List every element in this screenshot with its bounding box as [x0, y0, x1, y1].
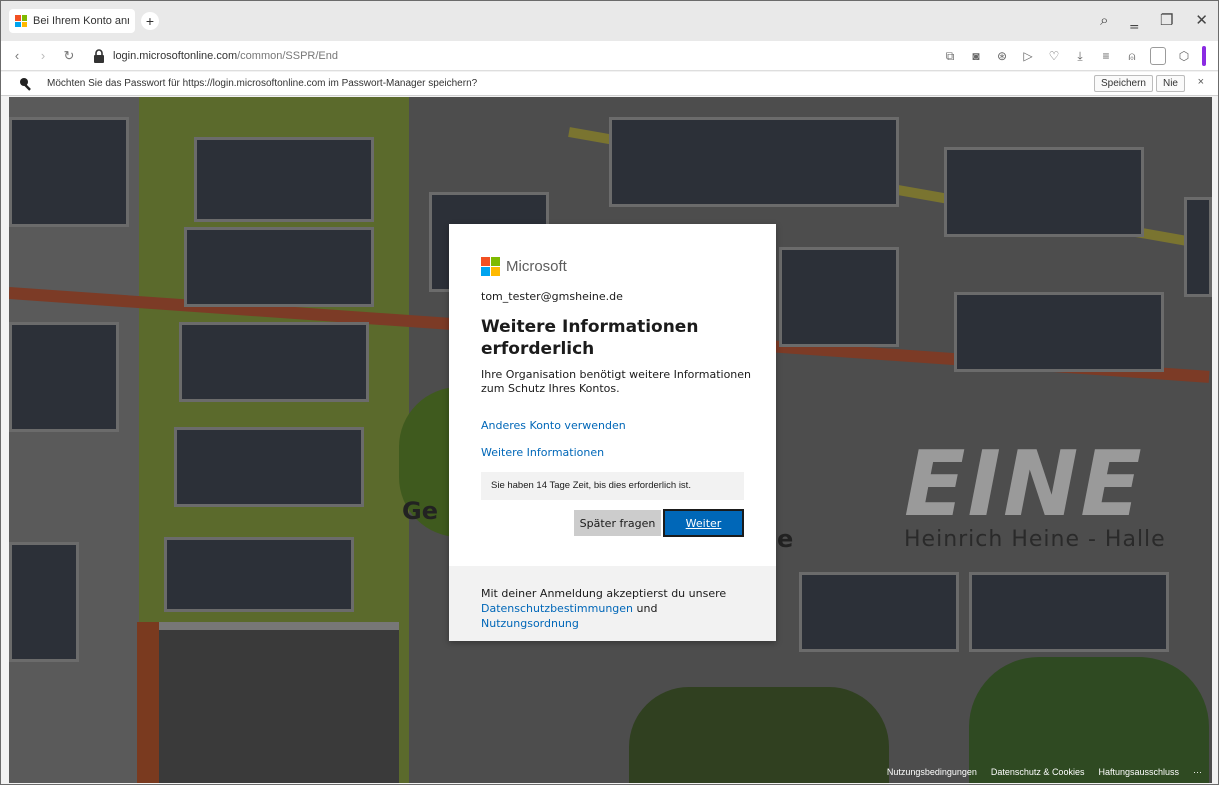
sign-text-heine: EINE — [904, 432, 1144, 537]
footer-and-text: und — [636, 602, 658, 615]
footer-terms-link[interactable]: Nutzungsbedingungen — [887, 767, 977, 777]
other-account-link[interactable]: Anderes Konto verwenden — [481, 419, 626, 432]
dialog-footer: Mit deiner Anmeldung akzeptierst du unse… — [449, 566, 776, 641]
tab-strip: Bei Ihrem Konto anmelde + ⌕ ‗ ❐ ✕ — [1, 1, 1218, 41]
lock-icon — [93, 48, 105, 63]
footer-privacy-link[interactable]: Datenschutz & Cookies — [991, 767, 1085, 777]
sign-text-ge: Ge — [402, 497, 438, 525]
footer-consent-text: Mit deiner Anmeldung akzeptierst du unse… — [481, 587, 727, 600]
menu-icon[interactable]: ≡ — [1098, 49, 1114, 63]
heart-icon[interactable]: ♡ — [1046, 49, 1062, 63]
password-prompt-text: Möchten Sie das Passwort für https://log… — [47, 78, 478, 89]
page-footer: Nutzungsbedingungen Datenschutz & Cookie… — [887, 767, 1202, 777]
extension-icon[interactable] — [1150, 47, 1166, 65]
forward-icon[interactable]: › — [33, 48, 53, 63]
minimize-icon[interactable]: ‗ — [1130, 11, 1138, 29]
footer-imprint-link[interactable]: Haftungsausschluss — [1098, 767, 1179, 777]
sign-text-e: e — [777, 525, 794, 553]
play-icon[interactable]: ▷ — [1020, 49, 1036, 63]
shield-icon[interactable]: ⊛ — [994, 49, 1010, 63]
sign-text-subtitle: Heinrich Heine - Halle — [904, 527, 1166, 552]
password-manager-bar: Möchten Sie das Passwort für https://log… — [1, 72, 1218, 96]
description-text: Ihre Organisation benötigt weitere Infor… — [481, 368, 752, 395]
microsoft-brand: Microsoft — [481, 257, 567, 276]
camera-icon[interactable]: ◙ — [968, 49, 984, 63]
close-prompt-icon[interactable]: × — [1198, 76, 1204, 88]
microsoft-logo-icon — [481, 257, 500, 276]
tab-title: Bei Ihrem Konto anmelde — [33, 15, 129, 27]
navigation-bar: ‹ › ↻ login.microsoftonline.com/common/S… — [1, 41, 1218, 71]
account-email: tom_tester@gmsheine.de — [481, 290, 623, 303]
url-host: login.microsoftonline.com — [113, 49, 238, 62]
close-window-icon[interactable]: ✕ — [1195, 11, 1208, 29]
browser-tab[interactable]: Bei Ihrem Konto anmelde — [9, 9, 135, 33]
save-password-button[interactable]: Speichern — [1093, 75, 1153, 92]
browser-window: Bei Ihrem Konto anmelde + ⌕ ‗ ❐ ✕ ‹ › ↻ … — [0, 0, 1219, 785]
profile-icon[interactable]: ⍝ — [1124, 49, 1140, 64]
download-icon[interactable]: ⤓ — [1072, 49, 1088, 64]
reload-icon[interactable]: ↻ — [59, 48, 79, 64]
brand-name: Microsoft — [506, 258, 567, 275]
window-controls: ⌕ ‗ ❐ ✕ — [1100, 11, 1208, 29]
more-info-link[interactable]: Weitere Informationen — [481, 446, 604, 459]
new-tab-button[interactable]: + — [141, 12, 159, 30]
deadline-notice: Sie haben 14 Tage Zeit, bis dies erforde… — [481, 472, 744, 500]
back-icon[interactable]: ‹ — [7, 48, 27, 63]
key-icon — [19, 77, 33, 91]
signin-dialog: Microsoft tom_tester@gmsheine.de Weitere… — [449, 224, 776, 641]
restore-icon[interactable]: ❐ — [1160, 11, 1173, 29]
cube-icon[interactable]: ⬡ — [1176, 49, 1192, 63]
next-button[interactable]: Weiter — [663, 509, 744, 537]
page-title: Weitere Informationen erforderlich — [481, 317, 699, 359]
screenshot-icon[interactable]: ⧉ — [942, 49, 958, 64]
ask-later-button[interactable]: Später fragen — [574, 510, 661, 536]
footer-more-icon[interactable]: ··· — [1193, 767, 1202, 777]
search-icon[interactable]: ⌕ — [1100, 11, 1108, 29]
url-path: /common/SSPR/End — [237, 49, 338, 62]
never-button[interactable]: Nie — [1155, 75, 1185, 92]
address-bar[interactable]: login.microsoftonline.com/common/SSPR/En… — [113, 50, 338, 62]
microsoft-favicon-icon — [15, 15, 27, 27]
toolbar-icons: ⧉ ◙ ⊛ ▷ ♡ ⤓ ≡ ⍝ ⬡ — [942, 46, 1206, 66]
terms-of-use-link[interactable]: Nutzungsordnung — [481, 617, 579, 630]
privacy-policy-link[interactable]: Datenschutzbestimmungen — [481, 602, 633, 615]
sidebar-toggle-icon[interactable] — [1202, 46, 1206, 66]
